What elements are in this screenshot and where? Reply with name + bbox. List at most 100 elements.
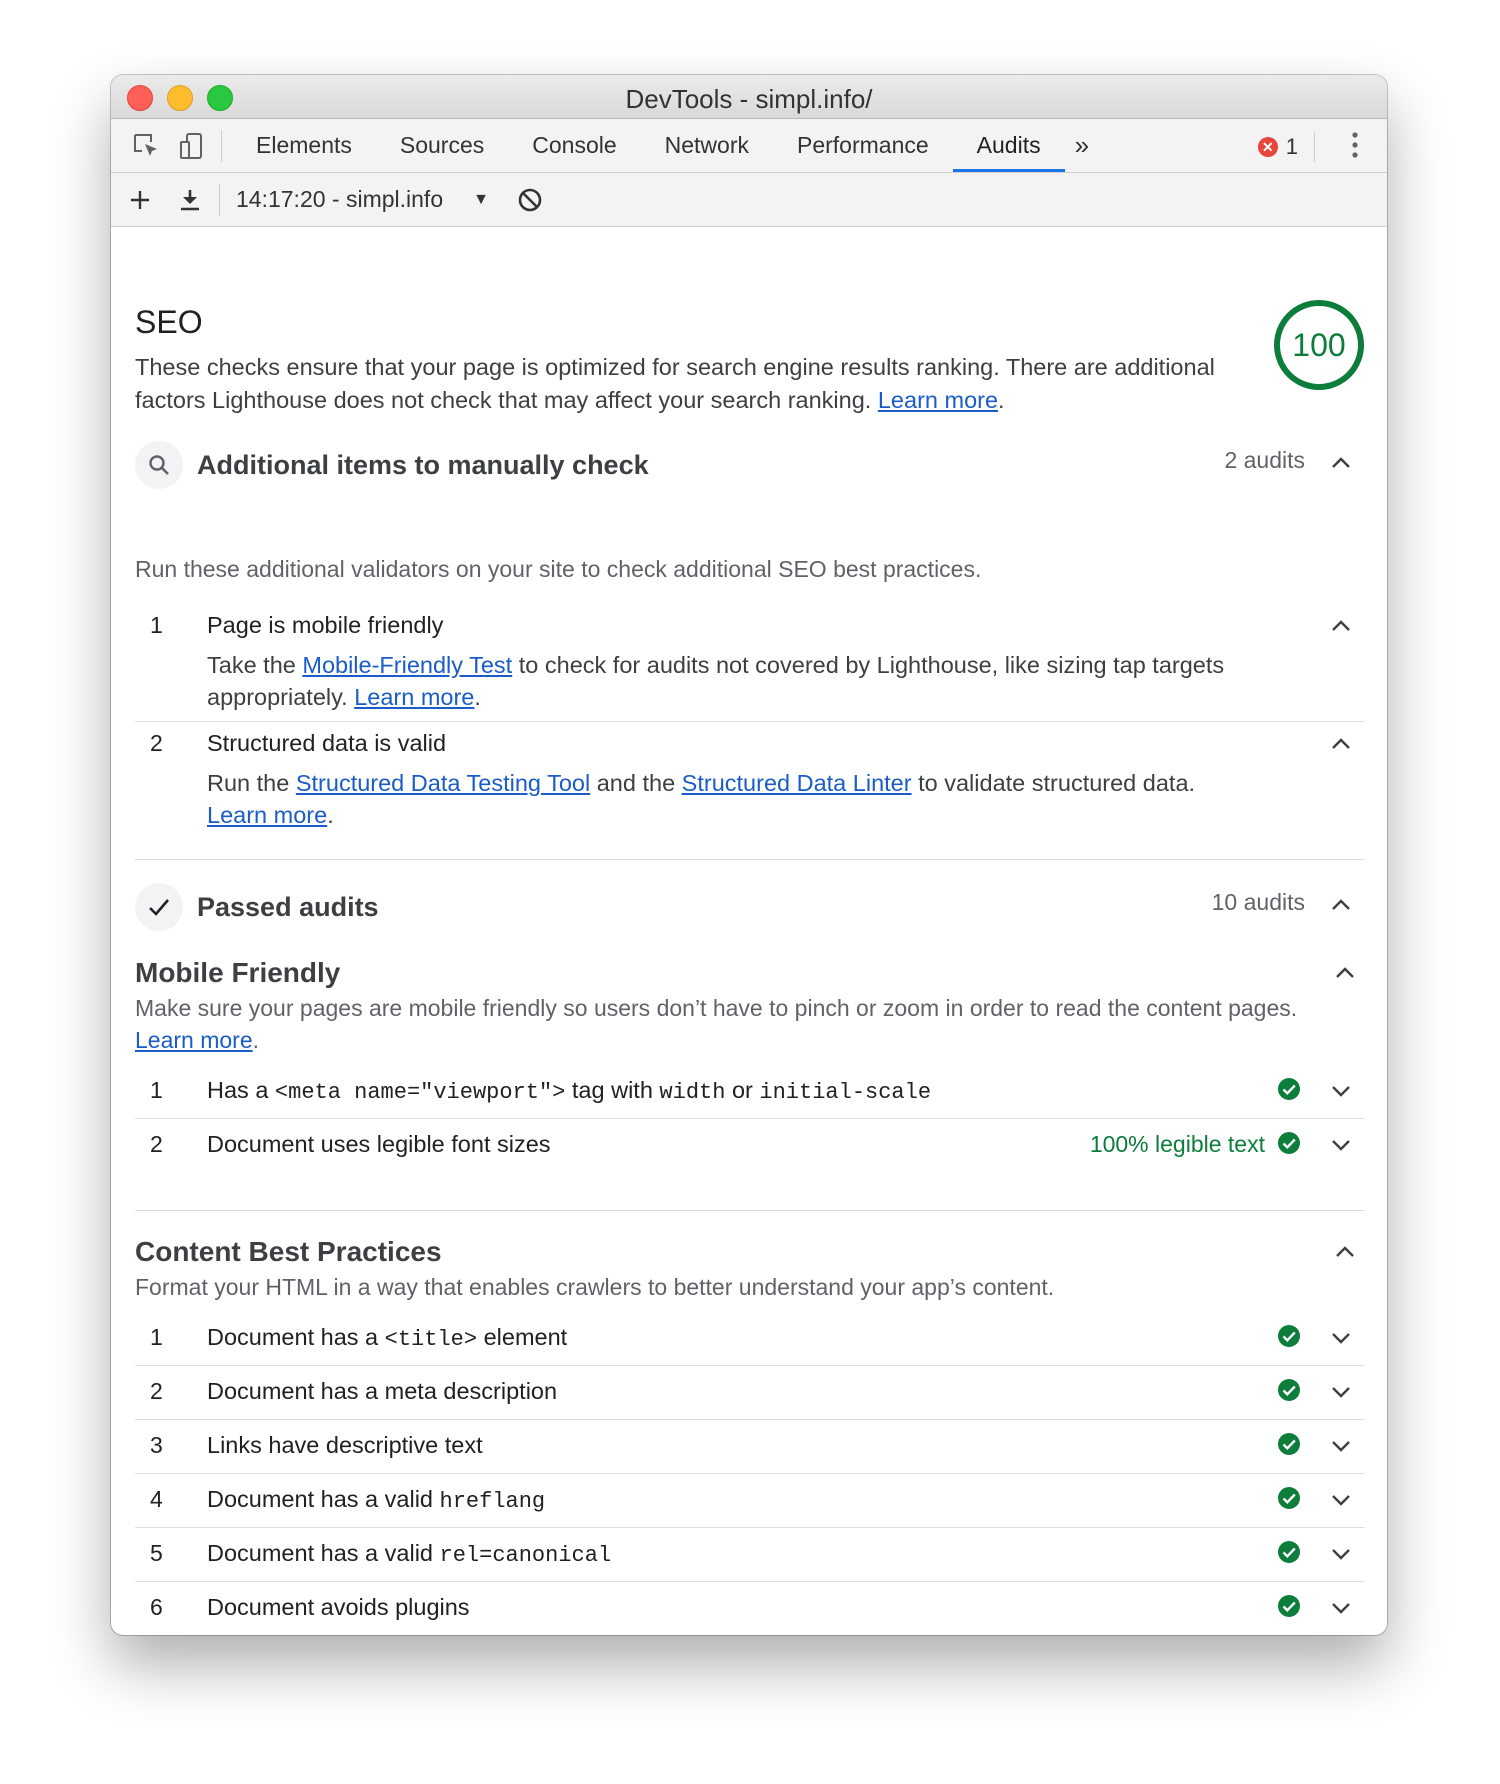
kebab-menu-icon[interactable] bbox=[1349, 130, 1361, 165]
group-header-passed[interactable]: Passed audits 10 audits bbox=[135, 883, 1365, 935]
error-count: 1 bbox=[1285, 134, 1298, 159]
group-title: Passed audits bbox=[197, 892, 379, 922]
pass-icon bbox=[1278, 1325, 1300, 1347]
audit-display-value: 100% legible text bbox=[1089, 1131, 1265, 1157]
audit-title: Structured data is valid bbox=[207, 730, 447, 756]
audit-item[interactable]: 1 Has a <meta name="viewport"> tag with … bbox=[135, 1064, 1365, 1119]
tab-performance[interactable]: Performance bbox=[773, 119, 953, 172]
audit-title: Document has a meta description bbox=[207, 1378, 558, 1404]
toolbar-separator bbox=[219, 183, 220, 216]
score-value: 100 bbox=[1292, 327, 1346, 363]
chevron-down-icon[interactable] bbox=[1329, 1133, 1353, 1157]
audit-title: Page is mobile friendly bbox=[207, 612, 444, 638]
audit-title: Document uses legible font sizes bbox=[207, 1131, 551, 1157]
audit-description: Run the Structured Data Testing Tool and… bbox=[207, 770, 1196, 828]
devtools-window: DevTools - simpl.info/ Elements Sources … bbox=[111, 75, 1387, 1635]
structured-data-testing-tool-link[interactable]: Structured Data Testing Tool bbox=[296, 770, 590, 796]
audit-index: 5 bbox=[150, 1540, 163, 1566]
audit-index: 1 bbox=[150, 612, 163, 638]
learn-more-link[interactable]: Learn more bbox=[354, 684, 474, 710]
error-icon: ✕ bbox=[1257, 137, 1278, 157]
audit-title: Document has a valid rel=canonical bbox=[207, 1540, 612, 1568]
audit-index: 4 bbox=[150, 1486, 163, 1512]
clear-icon[interactable] bbox=[511, 181, 549, 219]
audit-title: Has a <meta name="viewport"> tag with wi… bbox=[207, 1077, 932, 1105]
audit-index: 3 bbox=[150, 1432, 163, 1458]
audit-index: 1 bbox=[150, 1324, 163, 1350]
audit-index: 6 bbox=[150, 1594, 163, 1620]
audit-item[interactable]: 2 Structured data is valid Run the Struc… bbox=[135, 722, 1365, 840]
group-count: 2 audits bbox=[1224, 447, 1305, 473]
chevron-up-icon[interactable] bbox=[1329, 893, 1353, 917]
pass-icon bbox=[1278, 1379, 1300, 1401]
tab-elements[interactable]: Elements bbox=[232, 119, 376, 172]
title-bar: DevTools - simpl.info/ bbox=[111, 75, 1387, 119]
report-content: SEO These checks ensure that your page i… bbox=[111, 226, 1387, 1635]
group-divider bbox=[135, 859, 1365, 860]
audit-item[interactable]: 1 Document has a <title> element bbox=[135, 1311, 1365, 1366]
tab-sources[interactable]: Sources bbox=[376, 119, 508, 172]
toolbar-separator bbox=[1314, 132, 1315, 162]
chevron-down-icon[interactable] bbox=[1329, 1596, 1353, 1620]
audit-item[interactable]: 1 Page is mobile friendly Take the Mobil… bbox=[135, 604, 1365, 722]
audit-index: 2 bbox=[150, 1378, 163, 1404]
mobile-friendly-test-link[interactable]: Mobile-Friendly Test bbox=[302, 652, 512, 678]
inspect-icon[interactable] bbox=[127, 127, 165, 165]
pass-icon bbox=[1278, 1433, 1300, 1455]
add-icon[interactable] bbox=[121, 181, 159, 219]
group-header-manual[interactable]: Additional items to manually check 2 aud… bbox=[135, 441, 1365, 493]
audit-title: Document has a <title> element bbox=[207, 1324, 568, 1352]
chevron-up-icon[interactable] bbox=[1329, 732, 1353, 756]
audit-index: 1 bbox=[150, 1077, 163, 1103]
chevron-down-icon[interactable] bbox=[1329, 1488, 1353, 1512]
chevron-up-icon[interactable] bbox=[1333, 1240, 1357, 1264]
audit-item[interactable]: 5 Document has a valid rel=canonical bbox=[135, 1527, 1365, 1582]
error-counter[interactable]: ✕ 1 bbox=[1257, 132, 1315, 162]
structured-data-linter-link[interactable]: Structured Data Linter bbox=[682, 770, 912, 796]
device-toolbar-icon[interactable] bbox=[173, 127, 211, 165]
chevron-down-icon[interactable] bbox=[1329, 1380, 1353, 1404]
group-description: Run these additional validators on your … bbox=[135, 556, 982, 582]
audit-item[interactable]: 4 Document has a valid hreflang bbox=[135, 1473, 1365, 1528]
window-title: DevTools - simpl.info/ bbox=[625, 84, 873, 114]
audit-title: Document has a valid hreflang bbox=[207, 1486, 546, 1514]
audit-description: Take the Mobile-Friendly Test to check f… bbox=[207, 652, 1225, 710]
audit-index: 2 bbox=[150, 1131, 163, 1157]
chevron-down-icon[interactable] bbox=[1329, 1542, 1353, 1566]
download-icon[interactable] bbox=[171, 181, 209, 219]
chevron-up-icon[interactable] bbox=[1333, 961, 1357, 985]
learn-more-link[interactable]: Learn more bbox=[878, 387, 998, 413]
clump-description: Format your HTML in a way that enables c… bbox=[135, 1274, 1055, 1300]
audit-item[interactable]: 3 Links have descriptive text bbox=[135, 1419, 1365, 1474]
audit-index: 2 bbox=[150, 730, 163, 756]
chevron-down-icon[interactable] bbox=[1329, 1434, 1353, 1458]
panel-tab-bar: Elements Sources Console Network Perform… bbox=[111, 119, 1387, 173]
pass-icon bbox=[1278, 1132, 1300, 1154]
audit-title: Document avoids plugins bbox=[207, 1594, 470, 1620]
search-icon bbox=[135, 441, 183, 489]
clump-divider bbox=[135, 1210, 1365, 1211]
chevron-up-icon[interactable] bbox=[1329, 451, 1353, 475]
audit-item[interactable]: 2 Document has a meta description bbox=[135, 1365, 1365, 1420]
learn-more-link[interactable]: Learn more bbox=[135, 1027, 253, 1053]
audit-item[interactable]: 2 Document uses legible font sizes 100% … bbox=[135, 1118, 1365, 1172]
pass-icon bbox=[1278, 1078, 1300, 1100]
chevron-up-icon[interactable] bbox=[1329, 614, 1353, 638]
report-select[interactable]: 14:17:20 - simpl.info bbox=[236, 186, 443, 213]
pass-icon bbox=[1278, 1595, 1300, 1617]
more-tabs-icon[interactable]: » bbox=[1065, 130, 1099, 161]
audit-title: Links have descriptive text bbox=[207, 1432, 483, 1458]
audits-toolbar: 14:17:20 - simpl.info ▼ bbox=[111, 173, 1387, 227]
tab-console[interactable]: Console bbox=[508, 119, 640, 172]
chevron-down-icon[interactable] bbox=[1329, 1079, 1353, 1103]
clump-title: Mobile Friendly bbox=[135, 957, 341, 988]
learn-more-link[interactable]: Learn more bbox=[207, 802, 327, 828]
tab-network[interactable]: Network bbox=[641, 119, 773, 172]
dropdown-caret-icon[interactable]: ▼ bbox=[473, 191, 489, 209]
audit-item[interactable]: 6 Document avoids plugins bbox=[135, 1581, 1365, 1635]
toolbar-separator bbox=[221, 129, 222, 162]
pass-icon bbox=[1278, 1541, 1300, 1563]
chevron-down-icon[interactable] bbox=[1329, 1326, 1353, 1350]
tab-audits[interactable]: Audits bbox=[952, 119, 1065, 172]
category-description: These checks ensure that your page is op… bbox=[135, 354, 1215, 413]
